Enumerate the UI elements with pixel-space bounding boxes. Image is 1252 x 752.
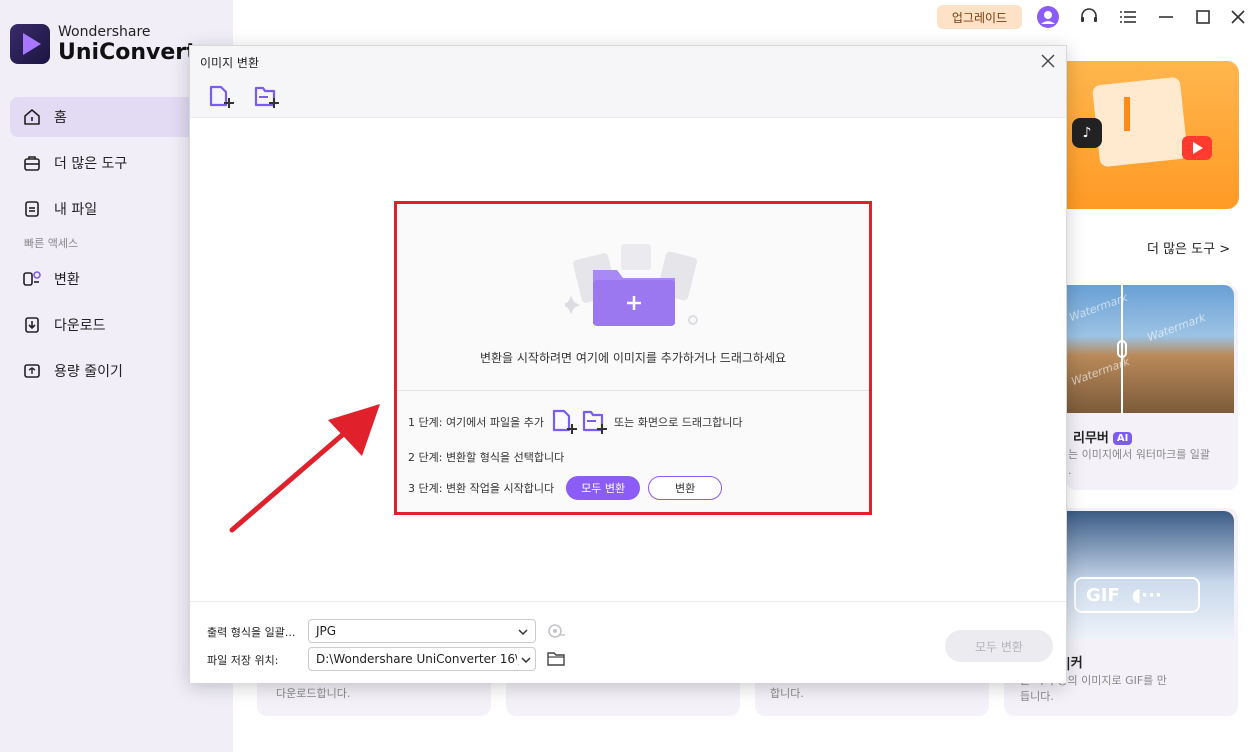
image-convert-dialog: 이미지 변환 변환을 시작하려면 여기에 이미지를 추가하거나 드래그하세요 1… [189,45,1067,683]
sidebar-item-label: 더 많은 도구 [54,156,128,172]
download-banner[interactable]: ♪ [1066,61,1239,209]
step-1: 1 단계: 여기에서 파일을 추가 또는 화면으로 드래그합니다 [408,409,742,435]
sidebar-item-label: 홈 [54,110,67,126]
avatar-icon[interactable] [1036,5,1060,29]
tiktok-icon: ♪ [1072,118,1102,148]
footer-convert-all-button[interactable]: 모두 변환 [945,630,1053,662]
add-folder-button[interactable] [253,84,281,110]
step-1-suffix: 또는 화면으로 드래그합니다 [614,416,743,429]
watermark-preview-image: Watermark Watermark Watermark [1066,285,1234,413]
chevron-down-icon [518,626,528,636]
compare-handle [1117,340,1127,358]
card-title: |커 [1066,656,1083,671]
step-3-text: 3 단계: 변환 작업을 시작합니다 [408,482,555,495]
toolbox-icon [22,153,42,173]
add-folder-icon[interactable] [582,409,608,435]
maximize-icon[interactable] [1191,5,1215,29]
sidebar-item-label: 용량 줄이기 [54,364,123,380]
step-2: 2 단계: 변환할 형식을 선택합니다 [408,451,565,464]
drop-zone[interactable]: 변환을 시작하려면 여기에 이미지를 추가하거나 드래그하세요 1 단계: 여기… [394,201,872,515]
output-format-label: 출력 형식을 일괄... [207,626,296,639]
output-format-select[interactable]: JPG [308,619,536,643]
chevron-down-icon [517,654,535,664]
download-arrow-icon [1124,97,1144,131]
upgrade-button[interactable]: 업그레이드 [937,5,1022,29]
convert-button[interactable]: 변환 [648,476,723,500]
save-location-label: 파일 저장 위치: [207,654,279,667]
card-desc: 다운로드합니다. [276,687,351,700]
add-folder-illustration [562,240,705,332]
step-1-prefix: 1 단계: 여기에서 파일을 추가 [408,416,545,429]
sidebar-item-label: 내 파일 [54,202,98,218]
dialog-header: 이미지 변환 [190,46,1066,118]
menu-icon[interactable] [1116,5,1140,29]
headset-icon[interactable] [1077,5,1101,29]
card-desc: 는 이미지에서 워터마크를 일괄 . [1068,448,1211,477]
gif-preview-image: GIF ◖··· [1066,511,1234,639]
convert-all-button[interactable]: 모두 변환 [566,476,641,500]
card-title: 리무버 AI [1073,427,1133,446]
file-icon [22,199,42,219]
folder-icon[interactable] [546,649,566,669]
logo-icon [10,24,50,64]
add-file-button[interactable] [208,84,236,110]
watermark-text: Watermark [1145,310,1208,345]
format-settings-icon[interactable] [546,621,566,641]
drop-zone-divider [397,390,869,391]
ai-badge: AI [1112,432,1133,445]
close-icon[interactable] [1040,53,1056,69]
minimize-icon[interactable] [1154,5,1178,29]
annotation-arrow [229,404,380,533]
compress-icon [22,361,42,381]
close-icon[interactable] [1226,5,1250,29]
gif-label: GIF ◖··· [1074,577,1200,613]
save-location-select[interactable]: D:\Wondershare UniConverter 16\Ir [308,647,536,671]
dialog-footer: 출력 형식을 일괄... JPG 파일 저장 위치: D:\Wondershar… [190,601,1066,683]
sidebar-item-label: 다운로드 [54,318,106,334]
card-desc: 합니다. [770,687,804,700]
download-icon [22,315,42,335]
more-tools-link[interactable]: 더 많은 도구 > [1147,238,1230,257]
youtube-icon [1182,136,1212,160]
dialog-title: 이미지 변환 [200,56,260,70]
convert-icon [22,269,42,289]
home-icon [22,107,42,127]
step-3: 3 단계: 변환 작업을 시작합니다 모두 변환 변환 [408,476,723,500]
brand-name: Wondershare [58,23,151,40]
add-file-icon[interactable] [552,409,578,435]
drop-zone-instruction: 변환을 시작하려면 여기에 이미지를 추가하거나 드래그하세요 [479,351,787,365]
sidebar-item-label: 변환 [54,272,80,288]
